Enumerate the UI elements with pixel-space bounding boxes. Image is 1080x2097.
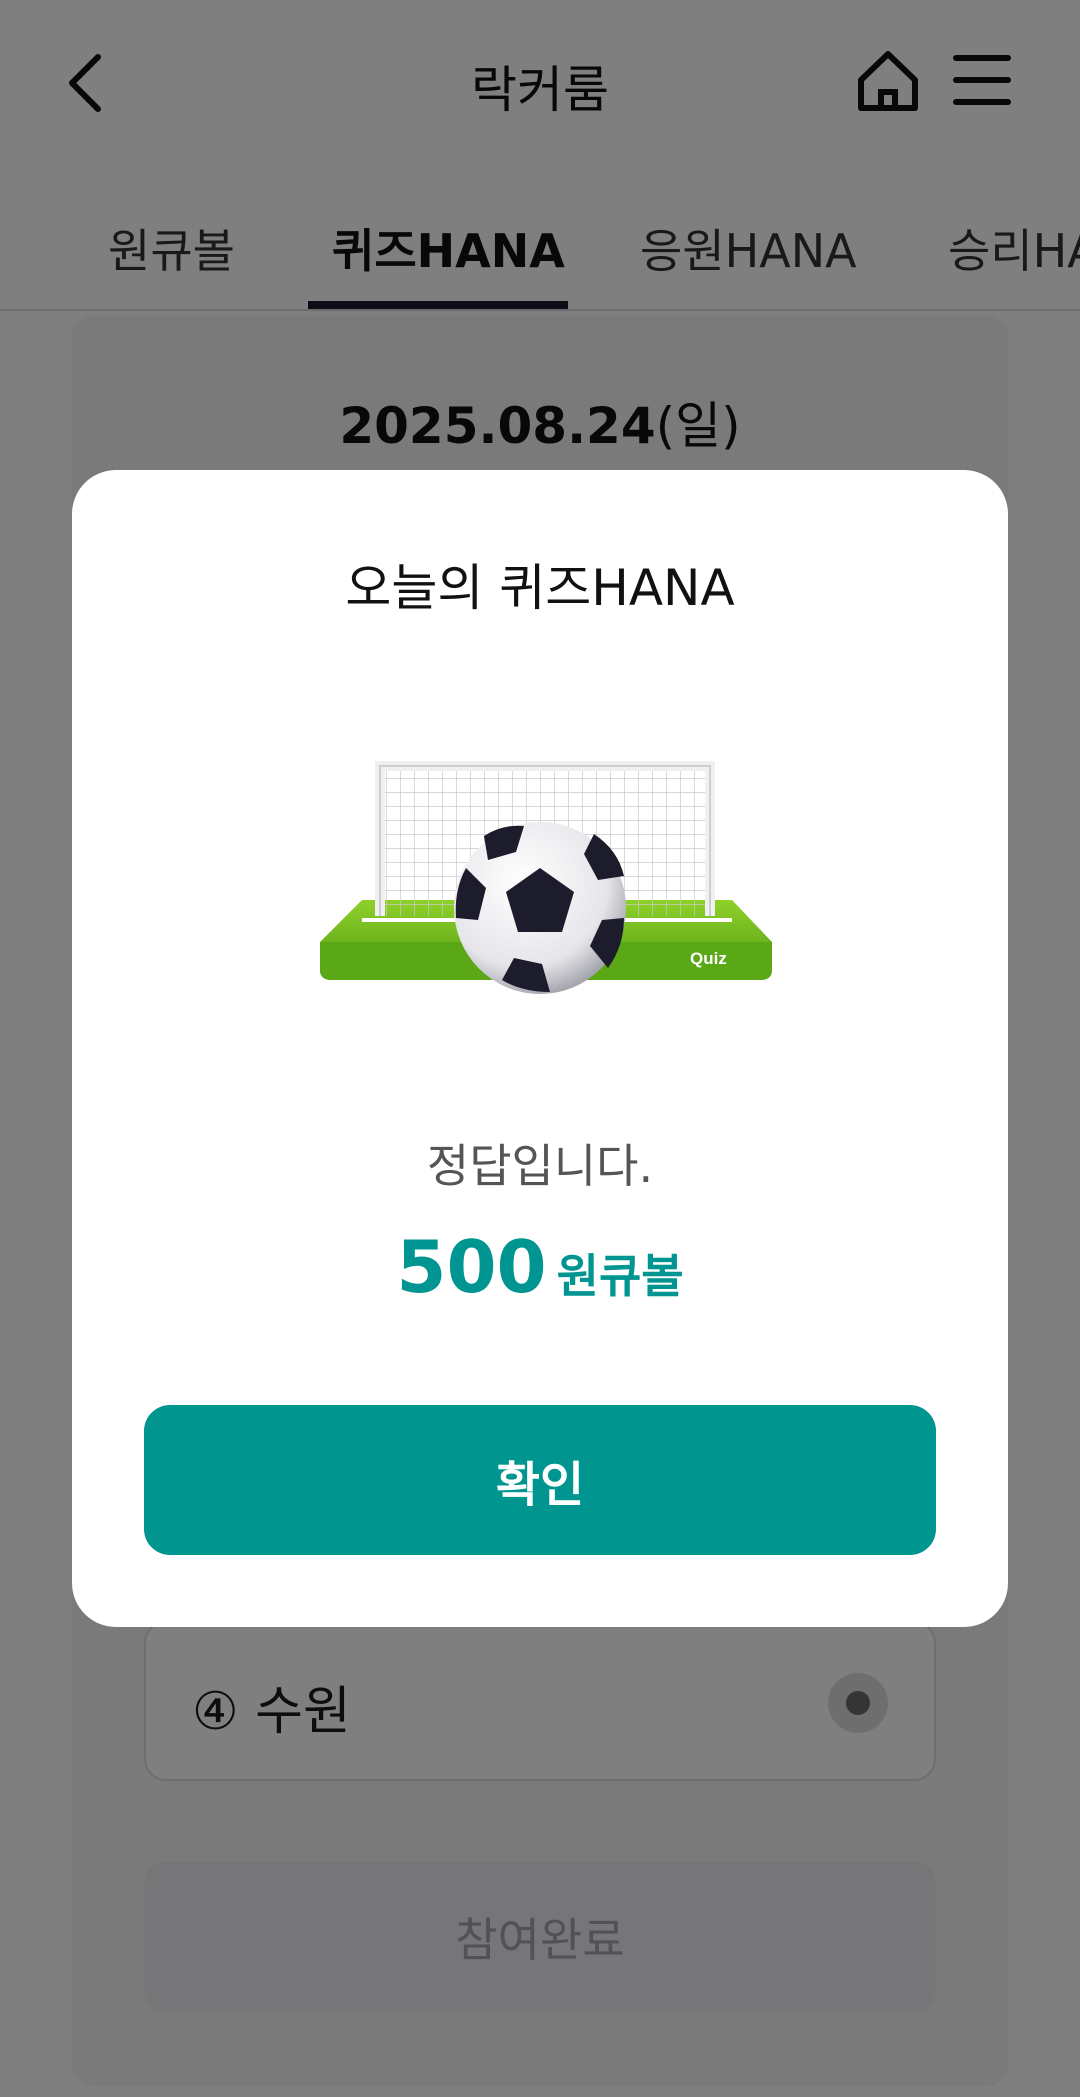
quiz-result-modal: 오늘의 퀴즈HANA Quiz 정답입니다. 500 원큐볼 확인	[72, 470, 1008, 1627]
soccer-goal-quiz-icon: Quiz	[320, 761, 772, 994]
reward-unit: 원큐볼	[556, 1249, 684, 1303]
modal-title: 오늘의 퀴즈HANA	[345, 559, 735, 617]
confirm-button[interactable]: 확인	[144, 1405, 936, 1555]
result-message: 정답입니다.	[426, 1139, 654, 1193]
reward-display: 500 원큐볼	[72, 1225, 1008, 1309]
reward-amount: 500	[396, 1225, 547, 1309]
illustration-quiz-label: Quiz	[690, 949, 727, 968]
